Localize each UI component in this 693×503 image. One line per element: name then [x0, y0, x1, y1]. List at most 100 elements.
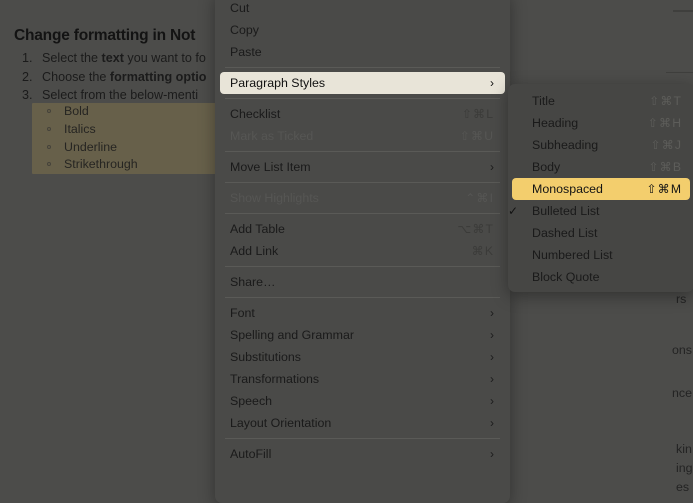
clipped-text-fragment: es [676, 480, 690, 494]
menu-item-label: Copy [230, 23, 259, 37]
bullet-item-label: Strikethrough [64, 157, 138, 172]
chevron-right-icon: › [490, 447, 494, 461]
bullet-icon [47, 126, 51, 131]
menu-item-shortcut: ⌃⌘I [465, 191, 494, 205]
menu-item-dashed-list[interactable]: Dashed List [512, 222, 690, 244]
clipped-text-fragment: nce [672, 386, 692, 400]
menu-item-monospaced[interactable]: Monospaced ⇧⌘M [512, 178, 690, 200]
menu-item-heading[interactable]: Heading ⇧⌘H [512, 112, 690, 134]
menu-item-add-link[interactable]: Add Link ⌘K [220, 240, 505, 262]
menu-item-label: AutoFill [230, 447, 272, 461]
menu-item-label: Dashed List [532, 226, 598, 240]
menu-item-autofill[interactable]: AutoFill › [220, 443, 505, 465]
menu-item-cut[interactable]: Cut [220, 0, 505, 19]
list-item-text: Choose the [42, 69, 110, 84]
menu-separator [225, 213, 500, 214]
menu-item-shortcut: ⇧⌘U [459, 129, 494, 143]
menu-item-spelling-and-grammar[interactable]: Spelling and Grammar › [220, 324, 505, 346]
chevron-right-icon: › [490, 416, 494, 430]
menu-item-numbered-list[interactable]: Numbered List [512, 244, 690, 266]
chevron-right-icon: › [490, 328, 494, 342]
bullet-icon [47, 144, 51, 149]
menu-item-layout-orientation[interactable]: Layout Orientation › [220, 412, 505, 434]
note-bullet-item: Underline [44, 139, 138, 157]
menu-item-move-list-item[interactable]: Move List Item › [220, 156, 505, 178]
menu-item-copy[interactable]: Copy [220, 19, 505, 41]
menu-item-shortcut: ⇧⌘T [649, 94, 682, 108]
clipped-text-fragment: ons [672, 343, 692, 357]
menu-item-label: Spelling and Grammar [230, 328, 354, 342]
bullet-item-label: Italics [64, 121, 96, 136]
bullet-icon [47, 162, 51, 167]
list-item-number: 2. [22, 69, 33, 84]
chevron-right-icon: › [490, 160, 494, 174]
chevron-right-icon: › [490, 394, 494, 408]
menu-item-paste[interactable]: Paste [220, 41, 505, 63]
list-item-bold-text: formatting optio [109, 69, 207, 84]
menu-item-body[interactable]: Body ⇧⌘B [512, 156, 690, 178]
menu-item-label: Cut [230, 1, 250, 15]
menu-item-label: Paragraph Styles [230, 76, 326, 90]
menu-item-add-table[interactable]: Add Table ⌥⌘T [220, 218, 505, 240]
menu-item-share[interactable]: Share… [220, 271, 505, 293]
chevron-right-icon: › [490, 350, 494, 364]
menu-item-transformations[interactable]: Transformations › [220, 368, 505, 390]
note-bullet-item: Strikethrough [44, 156, 138, 174]
menu-item-label: Monospaced [532, 182, 603, 196]
window-chrome-line [673, 10, 693, 12]
note-bullet-item: Italics [44, 121, 138, 139]
list-item-text: Select the [42, 51, 102, 65]
menu-separator [225, 67, 500, 68]
menu-item-label: Title [532, 94, 555, 108]
clipped-text-fragment: kin [676, 442, 692, 456]
menu-item-label: Block Quote [532, 270, 600, 284]
menu-item-subheading[interactable]: Subheading ⇧⌘J [512, 134, 690, 156]
menu-item-speech[interactable]: Speech › [220, 390, 505, 412]
menu-item-label: Heading [532, 116, 579, 130]
paragraph-styles-submenu[interactable]: Title ⇧⌘T Heading ⇧⌘H Subheading ⇧⌘J Body ⇧⌘B Mo… [508, 84, 693, 292]
bullet-icon [47, 109, 51, 113]
menu-item-label: Body [532, 160, 561, 174]
menu-item-substitutions[interactable]: Substitutions › [220, 346, 505, 368]
menu-separator [225, 297, 500, 298]
list-item-text: Select from the below-menti [42, 88, 199, 103]
menu-separator [225, 151, 500, 152]
menu-item-label: Subheading [532, 138, 599, 152]
menu-item-mark-as-ticked: Mark as Ticked ⇧⌘U [220, 125, 505, 147]
menu-item-paragraph-styles[interactable]: Paragraph Styles › [220, 72, 505, 94]
menu-item-font[interactable]: Font › [220, 302, 505, 324]
menu-item-checklist[interactable]: Checklist ⇧⌘L [220, 103, 505, 125]
note-bullet-item: Bold [44, 103, 138, 121]
checkmark-icon: ✓ [508, 204, 519, 218]
menu-item-shortcut: ⇧⌘H [647, 116, 682, 130]
menu-item-label: Speech [230, 394, 273, 408]
menu-item-label: Layout Orientation [230, 416, 332, 430]
menu-item-bulleted-list[interactable]: ✓ Bulleted List [508, 200, 690, 222]
menu-item-block-quote[interactable]: Block Quote [512, 266, 690, 288]
menu-item-label: Move List Item [230, 160, 311, 174]
chevron-right-icon: › [490, 306, 494, 320]
list-item-number: 1. [22, 51, 33, 65]
bullet-item-label: Underline [64, 139, 118, 154]
clipped-text-fragment: ing [676, 461, 693, 475]
notes-context-menu[interactable]: Cut Copy Paste Paragraph Styles › Checklist ⇧⌘… [215, 0, 510, 503]
menu-item-shortcut: ⇧⌘J [650, 138, 682, 152]
list-item-number: 3. [22, 88, 33, 103]
chevron-right-icon: › [490, 76, 494, 90]
menu-item-label: Checklist [230, 107, 281, 121]
menu-item-shortcut: ⇧⌘L [461, 107, 494, 121]
menu-item-label: Substitutions [230, 350, 301, 364]
menu-item-shortcut: ⇧⌘M [646, 182, 682, 196]
menu-separator [225, 98, 500, 99]
menu-item-shortcut: ⌥⌘T [457, 222, 494, 236]
chevron-right-icon: › [490, 372, 494, 386]
menu-item-label: Paste [230, 45, 262, 59]
menu-separator [225, 266, 500, 267]
menu-separator [225, 438, 500, 439]
menu-item-title[interactable]: Title ⇧⌘T [512, 90, 690, 112]
list-item-bold-text: text [101, 51, 124, 65]
clipped-text-fragment: rs [676, 292, 687, 306]
note-bulleted-list: Bold Italics Underline Strikethrough [44, 103, 138, 174]
menu-item-label: Share… [230, 275, 276, 289]
bullet-item-label: Bold [64, 104, 89, 118]
